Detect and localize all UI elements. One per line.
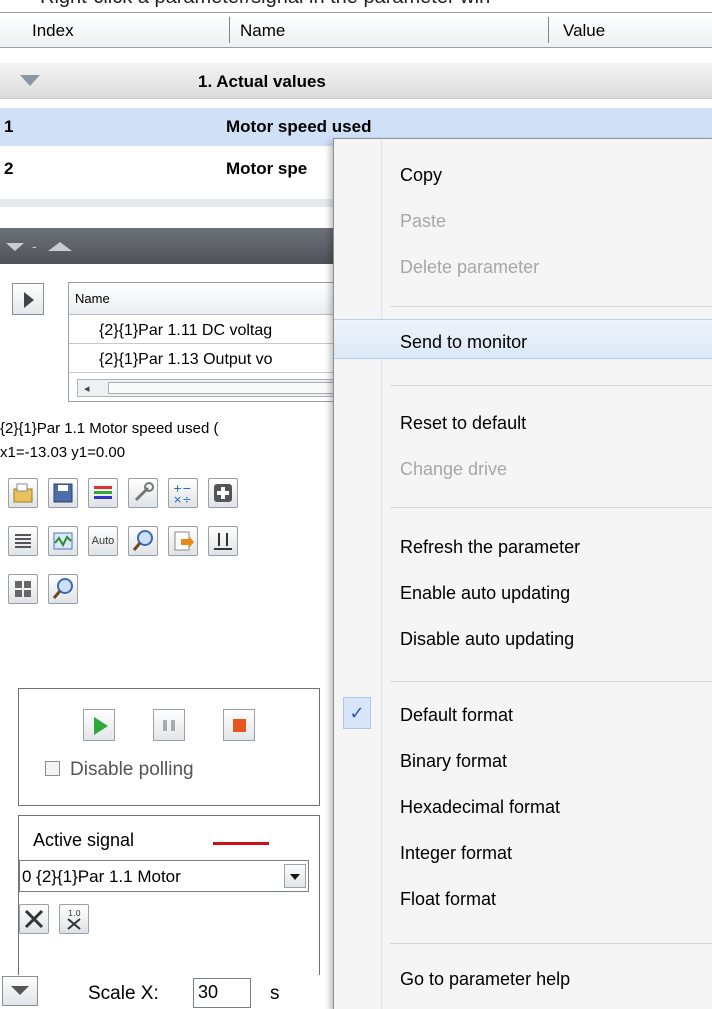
- align-bottom-icon[interactable]: [208, 526, 238, 556]
- signal-color-swatch: [213, 842, 269, 845]
- menu-item-binary-format[interactable]: Binary format: [334, 739, 712, 779]
- row-index: 1: [4, 117, 14, 136]
- instruction-caption: Right-click a parameter/signal in the pa…: [0, 0, 712, 9]
- color-lines-icon[interactable]: [88, 478, 118, 508]
- column-divider[interactable]: [548, 17, 549, 43]
- scale-x-input[interactable]: 30: [193, 978, 251, 1008]
- menu-item-enable-auto-updating[interactable]: Enable auto updating: [334, 571, 712, 611]
- group-row-actual-values[interactable]: 1. Actual values: [0, 63, 712, 99]
- pause-button[interactable]: [153, 709, 185, 741]
- menu-item-integer-format[interactable]: Integer format: [334, 831, 712, 871]
- row-name: Motor speed used: [226, 117, 372, 136]
- play-arrow-icon: [24, 292, 34, 308]
- waveform-icon[interactable]: [48, 526, 78, 556]
- menu-separator: [390, 507, 712, 508]
- list-item[interactable]: {2}{1}Par 1.11 DC voltag: [69, 315, 339, 344]
- menu-separator: [390, 681, 712, 682]
- list-item[interactable]: {2}{1}Par 1.13 Output vo: [69, 344, 339, 373]
- dropdown-button[interactable]: [284, 864, 306, 888]
- menu-separator: [390, 306, 712, 307]
- column-name[interactable]: Name: [240, 21, 285, 41]
- menu-item-copy[interactable]: Copy: [334, 153, 712, 193]
- expand-up-icon[interactable]: [48, 242, 72, 251]
- scroll-thumb[interactable]: [108, 382, 348, 394]
- menu-item-reset-to-default[interactable]: Reset to default: [334, 401, 712, 441]
- column-divider[interactable]: [229, 17, 230, 43]
- expand-list-button[interactable]: [12, 283, 44, 315]
- disable-polling-label: Disable polling: [70, 759, 194, 780]
- active-signal-value: 0 {2}{1}Par 1.1 Motor: [22, 867, 181, 886]
- monitor-signal-table: Name {2}{1}Par 1.11 DC voltag {2}{1}Par …: [68, 282, 348, 402]
- collapse-down-icon[interactable]: [6, 243, 24, 251]
- export-icon[interactable]: [168, 526, 198, 556]
- grid-header: Index Name Value: [0, 12, 712, 48]
- chevron-down-icon: [290, 874, 300, 880]
- grid-layout-icon[interactable]: [8, 574, 38, 604]
- collapse-group-icon[interactable]: [20, 75, 40, 86]
- scroll-left-icon[interactable]: ◂: [84, 382, 90, 395]
- monitor-table-header[interactable]: Name: [69, 283, 339, 315]
- menu-item-delete-parameter[interactable]: Delete parameter: [334, 245, 712, 285]
- auto-scale-icon[interactable]: Auto: [88, 526, 118, 556]
- save-icon[interactable]: [48, 478, 78, 508]
- row-index: 2: [4, 159, 14, 178]
- menu-separator: [390, 943, 712, 944]
- collapse-button[interactable]: [2, 976, 38, 1006]
- polling-controls: Disable polling: [18, 688, 320, 806]
- scale-x-unit: s: [270, 983, 280, 1004]
- disable-polling-checkbox[interactable]: Disable polling: [45, 759, 194, 781]
- group-title: 1. Actual values: [198, 72, 326, 91]
- wrench-icon[interactable]: [128, 478, 158, 508]
- grid-scrollbar[interactable]: [0, 199, 340, 207]
- chevron-down-icon: [11, 986, 29, 995]
- zoom-icon[interactable]: [128, 526, 158, 556]
- remove-signal-icon[interactable]: [19, 904, 49, 934]
- svg-text:×÷: ×÷: [173, 493, 191, 506]
- add-icon[interactable]: [208, 478, 238, 508]
- check-icon: ✓: [343, 697, 371, 729]
- active-signal-group: Active signal 0 {2}{1}Par 1.1 Motor 1.0: [18, 815, 320, 975]
- signal-info-line: {2}{1}Par 1.1 Motor speed used (: [0, 420, 219, 437]
- start-button[interactable]: [83, 709, 115, 741]
- menu-item-send-to-monitor[interactable]: Send to monitor: [334, 319, 712, 359]
- stop-icon: [233, 719, 246, 732]
- column-value[interactable]: Value: [563, 21, 605, 41]
- active-signal-select[interactable]: 0 {2}{1}Par 1.1 Motor: [19, 860, 309, 892]
- reset-scale-icon[interactable]: 1.0: [59, 904, 89, 934]
- zoom-y-icon[interactable]: [48, 574, 78, 604]
- menu-item-paste[interactable]: Paste: [334, 199, 712, 239]
- menu-item-change-drive[interactable]: Change drive: [334, 447, 712, 487]
- math-operations-icon[interactable]: +− ×÷: [168, 478, 198, 508]
- list-view-icon[interactable]: [8, 526, 38, 556]
- context-menu: Copy Paste Delete parameter Send to moni…: [333, 138, 712, 1009]
- menu-item-refresh-parameter[interactable]: Refresh the parameter: [334, 525, 712, 565]
- svg-text:1.0: 1.0: [68, 909, 81, 918]
- row-name: Motor spe: [226, 159, 308, 178]
- scale-x-label: Scale X:: [88, 983, 159, 1004]
- menu-item-default-format[interactable]: ✓ Default format: [334, 693, 712, 733]
- menu-item-go-to-parameter-help[interactable]: Go to parameter help: [334, 957, 712, 997]
- checkbox-box[interactable]: [45, 761, 60, 776]
- play-icon: [94, 717, 108, 735]
- menu-item-disable-auto-updating[interactable]: Disable auto updating: [334, 617, 712, 657]
- stop-button[interactable]: [223, 709, 255, 741]
- active-signal-label: Active signal: [33, 830, 135, 850]
- pause-icon: [163, 720, 175, 731]
- menu-item-float-format[interactable]: Float format: [334, 877, 712, 917]
- cursor-readout: x1=-13.03 y1=0.00: [0, 444, 126, 461]
- dash-icon: -: [32, 238, 37, 254]
- open-file-icon[interactable]: [8, 478, 38, 508]
- menu-item-hexadecimal-format[interactable]: Hexadecimal format: [334, 785, 712, 825]
- menu-separator: [390, 385, 712, 386]
- horizontal-scrollbar[interactable]: ◂: [77, 379, 348, 397]
- column-index[interactable]: Index: [32, 21, 74, 41]
